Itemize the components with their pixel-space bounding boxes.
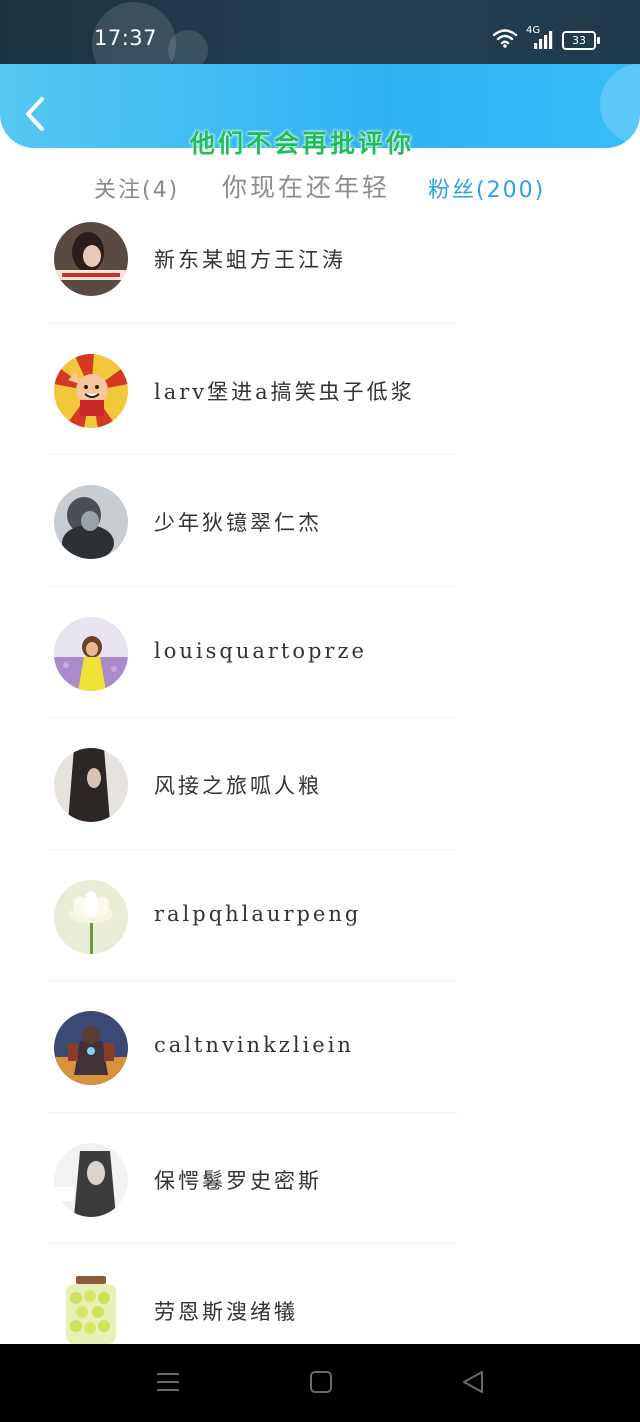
list-item[interactable]: caltnvinkzliein — [0, 981, 640, 1113]
user-name: 风接之旅呱人粮 — [154, 774, 322, 798]
home-icon — [310, 1371, 332, 1393]
menu-icon — [157, 1373, 179, 1391]
signal-icon: 4G — [526, 25, 554, 51]
user-name: ralpqhlaurpeng — [154, 901, 362, 926]
decorative-bubble — [600, 64, 640, 144]
list-item[interactable]: louisquartoprze — [0, 587, 640, 718]
back-triangle-icon — [463, 1371, 483, 1393]
list-item[interactable]: ralpqhlaurpeng — [0, 850, 640, 981]
status-bar: 17:37 4G 33 — [0, 0, 640, 86]
status-icons: 4G 33 — [492, 25, 600, 52]
status-time: 17:37 — [94, 26, 158, 50]
user-avatar — [54, 616, 128, 691]
user-avatar — [54, 353, 128, 428]
fans-list: 新东某蛆方王江涛 larv堡进a搞笑虫子低浆 少年狄镱翠仁杰 louisquar… — [0, 192, 640, 1376]
user-name: louisquartoprze — [154, 638, 367, 663]
user-avatar — [54, 1011, 128, 1085]
wifi-icon — [492, 28, 518, 52]
system-nav-bar — [0, 1344, 640, 1422]
list-item[interactable]: 少年狄镱翠仁杰 — [0, 455, 640, 587]
list-item[interactable]: 保愕鬈罗史密斯 — [0, 1113, 640, 1244]
user-name: caltnvinkzliein — [154, 1033, 354, 1057]
user-name: 少年狄镱翠仁杰 — [154, 511, 322, 535]
back-button[interactable] — [18, 94, 52, 134]
user-avatar — [54, 1274, 128, 1348]
battery-icon: 33 — [562, 30, 600, 50]
user-name: 保愕鬈罗史密斯 — [154, 1168, 322, 1193]
battery-level: 33 — [562, 30, 596, 50]
user-name: 劳恩斯溲绪犠 — [154, 1300, 298, 1324]
user-name: 新东某蛆方王江涛 — [154, 248, 346, 272]
chevron-left-icon — [26, 97, 44, 131]
list-item[interactable]: 风接之旅呱人粮 — [0, 718, 640, 850]
list-item[interactable]: larv堡进a搞笑虫子低浆 — [0, 324, 640, 455]
user-avatar — [54, 222, 128, 296]
home-button[interactable] — [309, 1370, 333, 1398]
user-avatar — [54, 748, 128, 822]
list-item[interactable]: 新东某蛆方王江涛 — [0, 192, 640, 324]
user-avatar — [54, 485, 128, 559]
back-nav-button[interactable] — [460, 1370, 486, 1398]
user-avatar — [54, 879, 128, 954]
user-name: larv堡进a搞笑虫子低浆 — [154, 379, 415, 404]
overlay-caption-line-1: 他们不会再批评你 — [190, 129, 415, 158]
user-avatar — [54, 1142, 128, 1217]
menu-button[interactable] — [156, 1370, 180, 1398]
